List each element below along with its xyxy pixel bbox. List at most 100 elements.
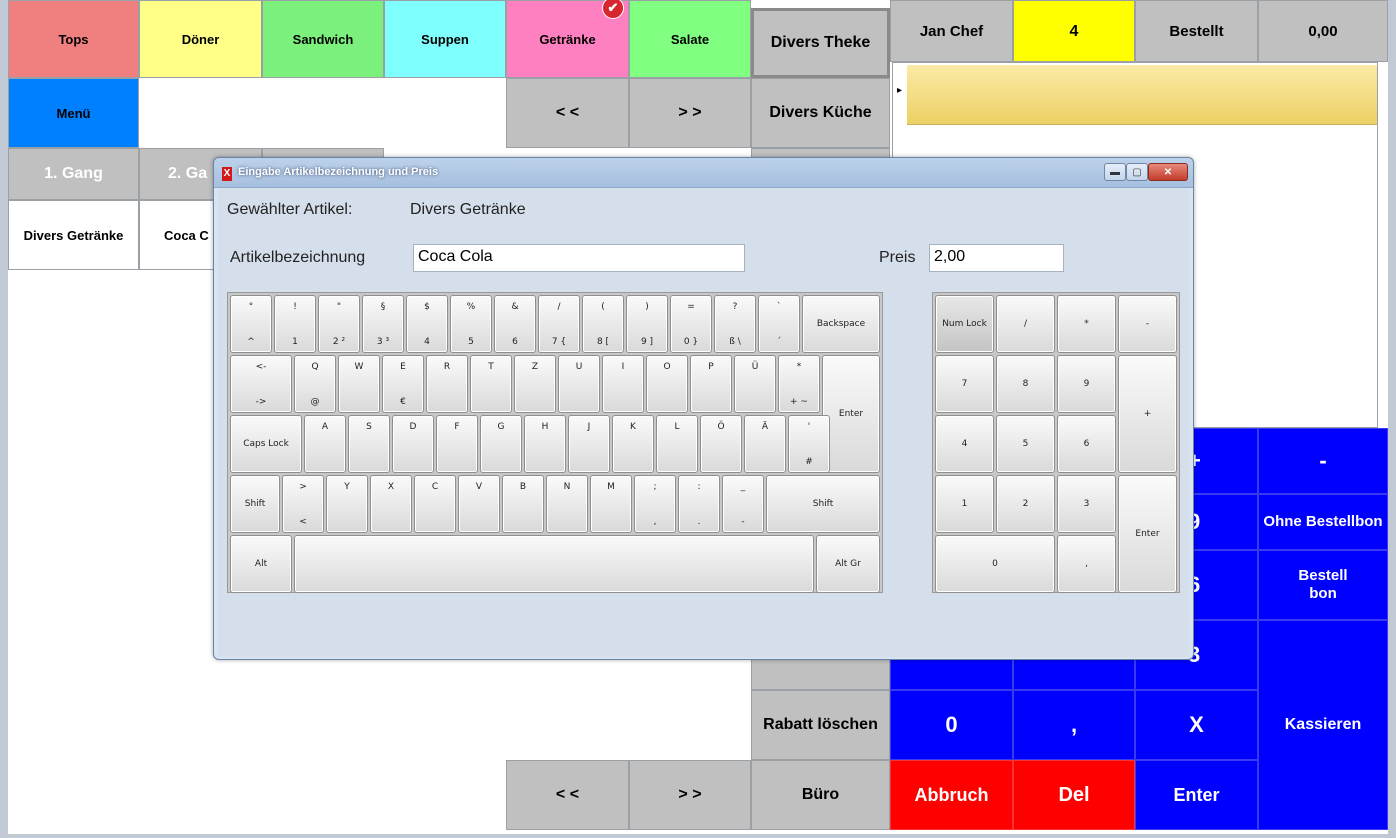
rabatt-loeschen-button[interactable]: Rabatt löschen (751, 690, 890, 760)
close-icon[interactable]: ✕ (1148, 163, 1188, 181)
key-1[interactable]: ° ^ (230, 295, 272, 353)
key-row4-10[interactable]: :. (678, 475, 720, 533)
key-f[interactable]: F (436, 415, 478, 473)
key-9[interactable]: (8 [ (582, 295, 624, 353)
key-l[interactable]: L (656, 415, 698, 473)
key-a[interactable]: A (304, 415, 346, 473)
key-13[interactable]: ` ´ (758, 295, 800, 353)
key-h[interactable]: H (524, 415, 566, 473)
right-shift-key[interactable]: Shift (766, 475, 880, 533)
key-u[interactable]: U (558, 355, 600, 413)
minimize-icon[interactable]: ▬ (1104, 163, 1126, 181)
numpad-comma-key[interactable]: , (1057, 535, 1116, 593)
gang-1-button[interactable]: 1. Gang (8, 148, 139, 200)
order-row-selected[interactable] (907, 65, 1377, 125)
article-name-input[interactable]: Coca Cola (413, 244, 745, 272)
ohne-bestellbon-button[interactable]: Ohne Bestellbon (1258, 494, 1388, 550)
key-4[interactable]: § 3 ³ (362, 295, 404, 353)
key-row4-7[interactable]: N (546, 475, 588, 533)
category-getraenke[interactable]: Getränke ✔ (506, 0, 629, 78)
numpad-slash-key[interactable]: / (996, 295, 1055, 353)
key-10[interactable]: ) 9 ] (626, 295, 668, 353)
numpad-star-key[interactable]: * (1057, 295, 1116, 353)
bestellbon-button[interactable]: Bestell bon (1258, 550, 1388, 620)
category-doener[interactable]: Döner (139, 0, 262, 78)
buero-button[interactable]: Büro (751, 760, 890, 830)
key-ä[interactable]: Ä (744, 415, 786, 473)
divers-kueche-button[interactable]: Divers Küche (751, 78, 890, 148)
abbruch-button[interactable]: Abbruch (890, 760, 1013, 830)
space-key[interactable] (294, 535, 814, 593)
key-6[interactable]: % 5 (450, 295, 492, 353)
alt-gr-key[interactable]: Alt Gr (816, 535, 880, 593)
key-*[interactable]: * + ~ (778, 355, 820, 413)
alt-key[interactable]: Alt (230, 535, 292, 593)
numpad-1-key[interactable]: 1 (935, 475, 994, 533)
key-g[interactable]: G (480, 415, 522, 473)
article-next-button[interactable]: > > (629, 760, 751, 830)
numpad-9-key[interactable]: 9 (1057, 355, 1116, 413)
key-3[interactable]: " 2 ² (318, 295, 360, 353)
category-tops[interactable]: Tops (8, 0, 139, 78)
category-prev-button[interactable]: < < (506, 78, 629, 148)
tab-key[interactable]: <- -> (230, 355, 292, 413)
key-12[interactable]: ? ß \ (714, 295, 756, 353)
key-q[interactable]: Q @ (294, 355, 336, 413)
key-j[interactable]: J (568, 415, 610, 473)
enter-key[interactable]: Enter (822, 355, 880, 473)
enter-button[interactable]: Enter (1135, 760, 1258, 830)
key-hash[interactable]: ' # (788, 415, 830, 473)
key-11[interactable]: = 0 } (670, 295, 712, 353)
pad-comma[interactable]: , (1013, 690, 1135, 760)
key-e[interactable]: E € (382, 355, 424, 413)
numpad-0-key[interactable]: 0 (935, 535, 1055, 593)
key-2[interactable]: ! 1 (274, 295, 316, 353)
key-ü[interactable]: Ü (734, 355, 776, 413)
pad-x[interactable]: X (1135, 690, 1258, 760)
numpad-enter-key[interactable]: Enter (1118, 475, 1177, 593)
numpad-8-key[interactable]: 8 (996, 355, 1055, 413)
maximize-icon[interactable]: ▢ (1126, 163, 1148, 181)
key-row4-8[interactable]: M (590, 475, 632, 533)
numlock-key[interactable]: Num Lock (935, 295, 994, 353)
category-suppen[interactable]: Suppen (384, 0, 506, 78)
key-r[interactable]: R (426, 355, 468, 413)
key-ö[interactable]: Ö (700, 415, 742, 473)
caps-lock-key[interactable]: Caps Lock (230, 415, 302, 473)
key-s[interactable]: S (348, 415, 390, 473)
key-5[interactable]: $4 (406, 295, 448, 353)
category-sandwich[interactable]: Sandwich (262, 0, 384, 78)
key-row4-5[interactable]: V (458, 475, 500, 533)
key-k[interactable]: K (612, 415, 654, 473)
key-row4-11[interactable]: _ - (722, 475, 764, 533)
key-row4-9[interactable]: ;, (634, 475, 676, 533)
kassieren-button[interactable]: Kassieren (1258, 620, 1388, 830)
numpad-6-key[interactable]: 6 (1057, 415, 1116, 473)
numpad-2-key[interactable]: 2 (996, 475, 1055, 533)
key-w[interactable]: W (338, 355, 380, 413)
left-shift-key[interactable]: Shift (230, 475, 280, 533)
price-input[interactable]: 2,00 (929, 244, 1064, 272)
key-i[interactable]: I (602, 355, 644, 413)
category-salate[interactable]: Salate (629, 0, 751, 78)
key-d[interactable]: D (392, 415, 434, 473)
pad-minus[interactable]: - (1258, 428, 1388, 494)
key-row4-2[interactable]: Y (326, 475, 368, 533)
numpad-7-key[interactable]: 7 (935, 355, 994, 413)
category-next-button[interactable]: > > (629, 78, 751, 148)
pad-0[interactable]: 0 (890, 690, 1013, 760)
divers-theke-button[interactable]: Divers Theke (751, 8, 890, 78)
numpad-4-key[interactable]: 4 (935, 415, 994, 473)
key-z[interactable]: Z (514, 355, 556, 413)
key-p[interactable]: P (690, 355, 732, 413)
del-button[interactable]: Del (1013, 760, 1135, 830)
key-o[interactable]: O (646, 355, 688, 413)
category-menu[interactable]: Menü (8, 78, 139, 148)
dialog-titlebar[interactable]: X Eingabe Artikelbezeichnung und Preis ▬… (214, 158, 1193, 188)
key-8[interactable]: / 7 { (538, 295, 580, 353)
backspace-key[interactable]: Backspace (802, 295, 880, 353)
key-row4-3[interactable]: X (370, 475, 412, 533)
key-row4-4[interactable]: C (414, 475, 456, 533)
key-t[interactable]: T (470, 355, 512, 413)
numpad-5-key[interactable]: 5 (996, 415, 1055, 473)
